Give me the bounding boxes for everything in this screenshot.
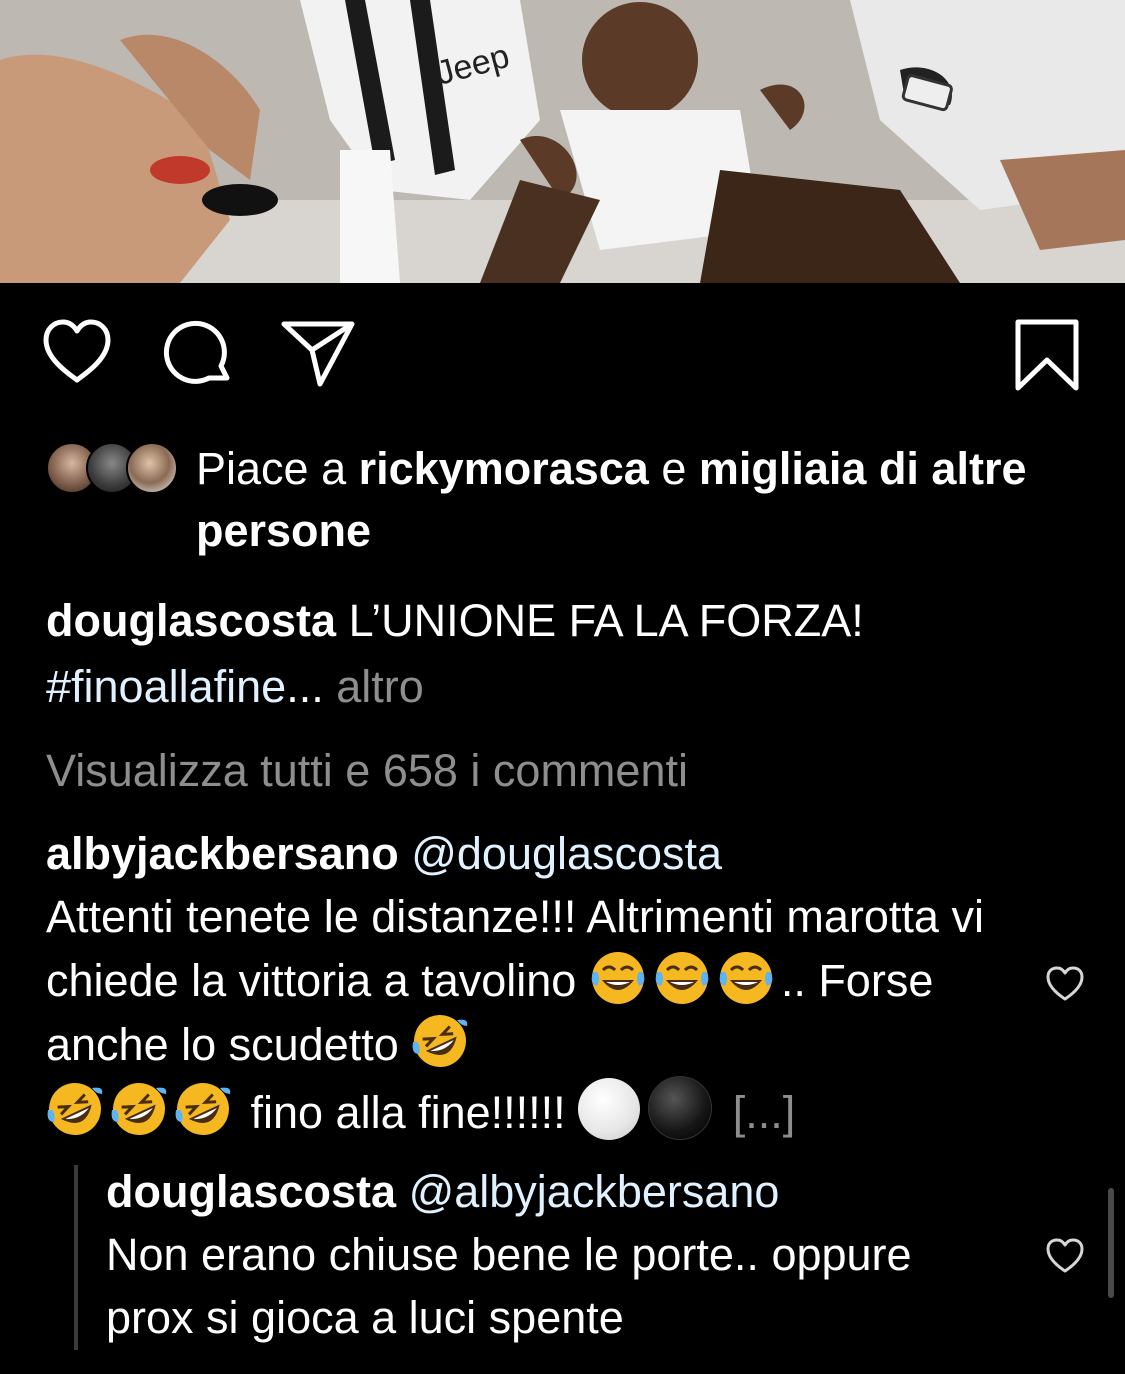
reply-item: douglascosta @albyjackbersano Non erano c… — [106, 1160, 1006, 1349]
comment-item: albyjackbersano @douglascosta Attenti ten… — [46, 822, 1006, 1144]
tears-of-joy-emoji-icon — [717, 948, 775, 1006]
caption-text: L’UNIONE FA LA FORZA! — [336, 595, 864, 646]
liker-username[interactable]: rickymorasca — [359, 443, 649, 494]
white-circle-emoji-icon — [578, 1078, 641, 1140]
caption-username[interactable]: douglascosta — [46, 595, 336, 646]
avatar — [126, 442, 178, 494]
heart-outline-icon[interactable] — [42, 318, 112, 386]
post-caption: douglascosta L’UNIONE FA LA FORZA! #finoa… — [46, 588, 1086, 720]
post-action-bar — [0, 318, 1125, 398]
comment-mention[interactable]: @douglascosta — [411, 828, 722, 879]
likes-prefix: Piace a — [196, 443, 359, 494]
reply-thread-line — [74, 1165, 78, 1350]
reply-like-heart-icon[interactable] — [1045, 1237, 1085, 1280]
comment-truncated-link[interactable]: [...] — [733, 1087, 796, 1138]
scrollbar[interactable] — [1108, 1188, 1114, 1298]
rolling-laughing-emoji-icon — [46, 1080, 104, 1138]
caption-more-link[interactable]: altro — [336, 661, 424, 712]
reply-mention[interactable]: @albyjackbersano — [409, 1166, 780, 1217]
post-photo[interactable]: Jeep — [0, 0, 1125, 283]
caption-ellipsis: ... — [286, 661, 337, 712]
photo-illustration: Jeep — [0, 0, 1125, 283]
caption-hashtag[interactable]: #finoallafine — [46, 661, 286, 712]
reply-username[interactable]: douglascosta — [106, 1166, 396, 1217]
comment-username[interactable]: albyjackbersano — [46, 828, 399, 879]
liker-avatars — [46, 442, 178, 494]
reply-text: Non erano chiuse bene le porte.. oppure … — [106, 1229, 912, 1343]
comment-bubble-icon[interactable] — [163, 318, 235, 390]
rolling-laughing-emoji-icon — [110, 1080, 168, 1138]
likes-text: Piace a rickymorasca e migliaia di altre… — [196, 438, 1096, 562]
bookmark-icon[interactable] — [1014, 318, 1080, 392]
rolling-laughing-emoji-icon — [411, 1012, 469, 1070]
tears-of-joy-emoji-icon — [589, 948, 647, 1006]
tears-of-joy-emoji-icon — [653, 948, 711, 1006]
black-circle-emoji-icon — [648, 1076, 713, 1140]
paper-plane-icon[interactable] — [280, 318, 356, 388]
view-all-comments-link[interactable]: Visualizza tutti e 658 i commenti — [46, 740, 688, 802]
comment-part3: fino alla fine!!!!!! — [238, 1087, 579, 1138]
comment-like-heart-icon[interactable] — [1045, 965, 1085, 1008]
likes-middle: e — [648, 443, 699, 494]
rolling-laughing-emoji-icon — [174, 1080, 232, 1138]
